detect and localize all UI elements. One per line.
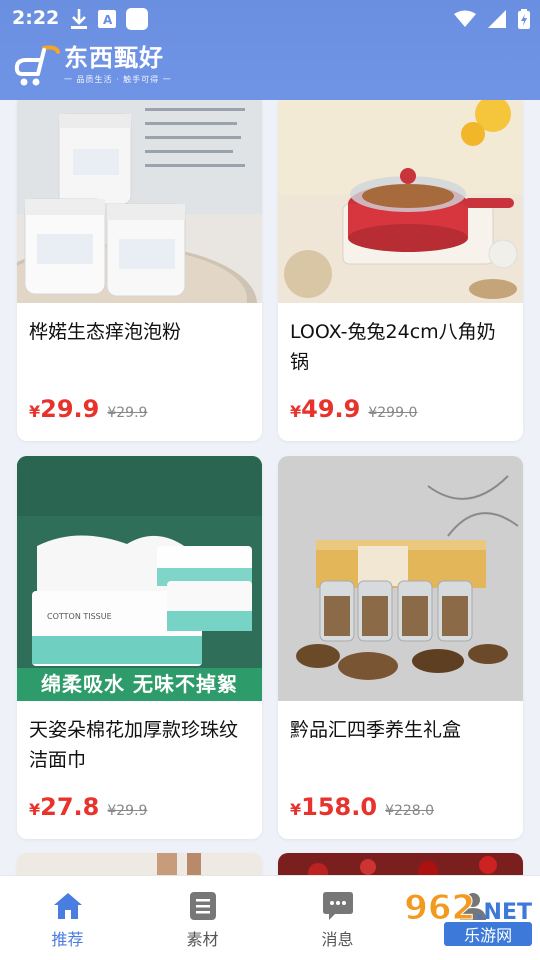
price-row: ¥27.8 ¥29.9 — [29, 793, 147, 821]
product-image: COTTON TISSUE 绵柔吸水 无味不掉絮 — [17, 456, 262, 701]
original-price: ¥228.0 — [385, 803, 435, 819]
wifi-icon — [454, 10, 476, 27]
currency-symbol: ¥ — [29, 800, 41, 819]
current-price: ¥27.8 — [29, 793, 99, 821]
svg-text:A: A — [103, 13, 113, 27]
nav-tab-materials[interactable]: 素材 — [135, 876, 270, 960]
product-image — [278, 853, 523, 875]
status-bar: 2:22 A — [0, 0, 540, 38]
system-icons — [454, 9, 530, 29]
product-card[interactable]: LOOX-兔兔24cm八角奶锅 ¥49.9 ¥299.0 — [278, 100, 523, 441]
brand-tagline: 一 品质生活 · 触手可得 一 — [64, 75, 172, 84]
price-value: 29.9 — [40, 395, 100, 423]
currency-symbol: ¥ — [29, 402, 41, 421]
currency-symbol: ¥ — [290, 800, 302, 819]
app-logo: 东西甄好 一 品质生活 · 触手可得 一 — [14, 44, 172, 88]
product-image — [17, 853, 262, 875]
product-card[interactable] — [17, 853, 262, 875]
price-value: 49.9 — [301, 395, 361, 423]
original-price: ¥299.0 — [368, 405, 418, 421]
package-label: COTTON TISSUE — [47, 612, 112, 621]
image-caption: 绵柔吸水 无味不掉絮 — [41, 672, 238, 696]
battery-icon — [518, 9, 530, 29]
cart-logo-icon — [14, 45, 60, 86]
product-card[interactable] — [278, 853, 523, 875]
download-icon — [71, 9, 87, 29]
product-image — [278, 100, 523, 303]
nav-label: 消息 — [321, 930, 354, 949]
original-price: ¥29.9 — [107, 405, 148, 421]
current-price: ¥49.9 — [290, 395, 360, 423]
nav-label: 素材 — [186, 930, 219, 949]
message-icon — [322, 892, 353, 920]
product-title: 黔品汇四季养生礼盒 — [290, 719, 462, 741]
app-header: 2:22 A 东西甄好 一 品质生活 · 触手可得 一 — [0, 0, 540, 100]
price-value: 27.8 — [40, 793, 100, 821]
product-feed[interactable]: 桦婼生态痒泡泡粉 ¥29.9 ¥29.9 LOOX-兔兔24cm八角奶锅 ¥49… — [0, 100, 540, 875]
nav-label: 推荐 — [51, 930, 84, 949]
current-price: ¥158.0 — [290, 793, 377, 821]
home-icon — [53, 893, 82, 919]
price-row: ¥29.9 ¥29.9 — [29, 395, 147, 423]
original-price: ¥29.9 — [107, 803, 148, 819]
product-title: LOOX-兔兔24cm八角奶锅 — [290, 321, 496, 373]
document-icon — [189, 892, 216, 920]
price-value: 158.0 — [301, 793, 378, 821]
product-card[interactable]: COTTON TISSUE 绵柔吸水 无味不掉絮 天姿朵棉花加厚款珍珠纹洁面巾 … — [17, 456, 262, 839]
currency-symbol: ¥ — [290, 402, 302, 421]
price-row: ¥158.0 ¥228.0 — [290, 793, 434, 821]
price-row: ¥49.9 ¥299.0 — [290, 395, 417, 423]
product-card[interactable]: 黔品汇四季养生礼盒 ¥158.0 ¥228.0 — [278, 456, 523, 839]
translate-icon: A — [98, 10, 116, 28]
brand-name: 东西甄好 — [64, 44, 164, 72]
product-title: 天姿朵棉花加厚款珍珠纹洁面巾 — [29, 719, 239, 771]
product-title: 桦婼生态痒泡泡粉 — [29, 321, 182, 343]
product-image — [17, 100, 262, 303]
watermark-logo: 962 .NET 乐游网 — [404, 888, 532, 946]
notification-icons: A — [70, 8, 148, 30]
app-square-icon — [126, 8, 148, 30]
nav-tab-recommend[interactable]: 推荐 — [0, 876, 135, 960]
current-price: ¥29.9 — [29, 395, 99, 423]
nav-tab-messages[interactable]: 消息 — [270, 876, 405, 960]
signal-icon — [488, 10, 506, 28]
product-card[interactable]: 桦婼生态痒泡泡粉 ¥29.9 ¥29.9 — [17, 100, 262, 441]
product-image — [278, 456, 523, 701]
status-time: 2:22 — [12, 7, 60, 29]
